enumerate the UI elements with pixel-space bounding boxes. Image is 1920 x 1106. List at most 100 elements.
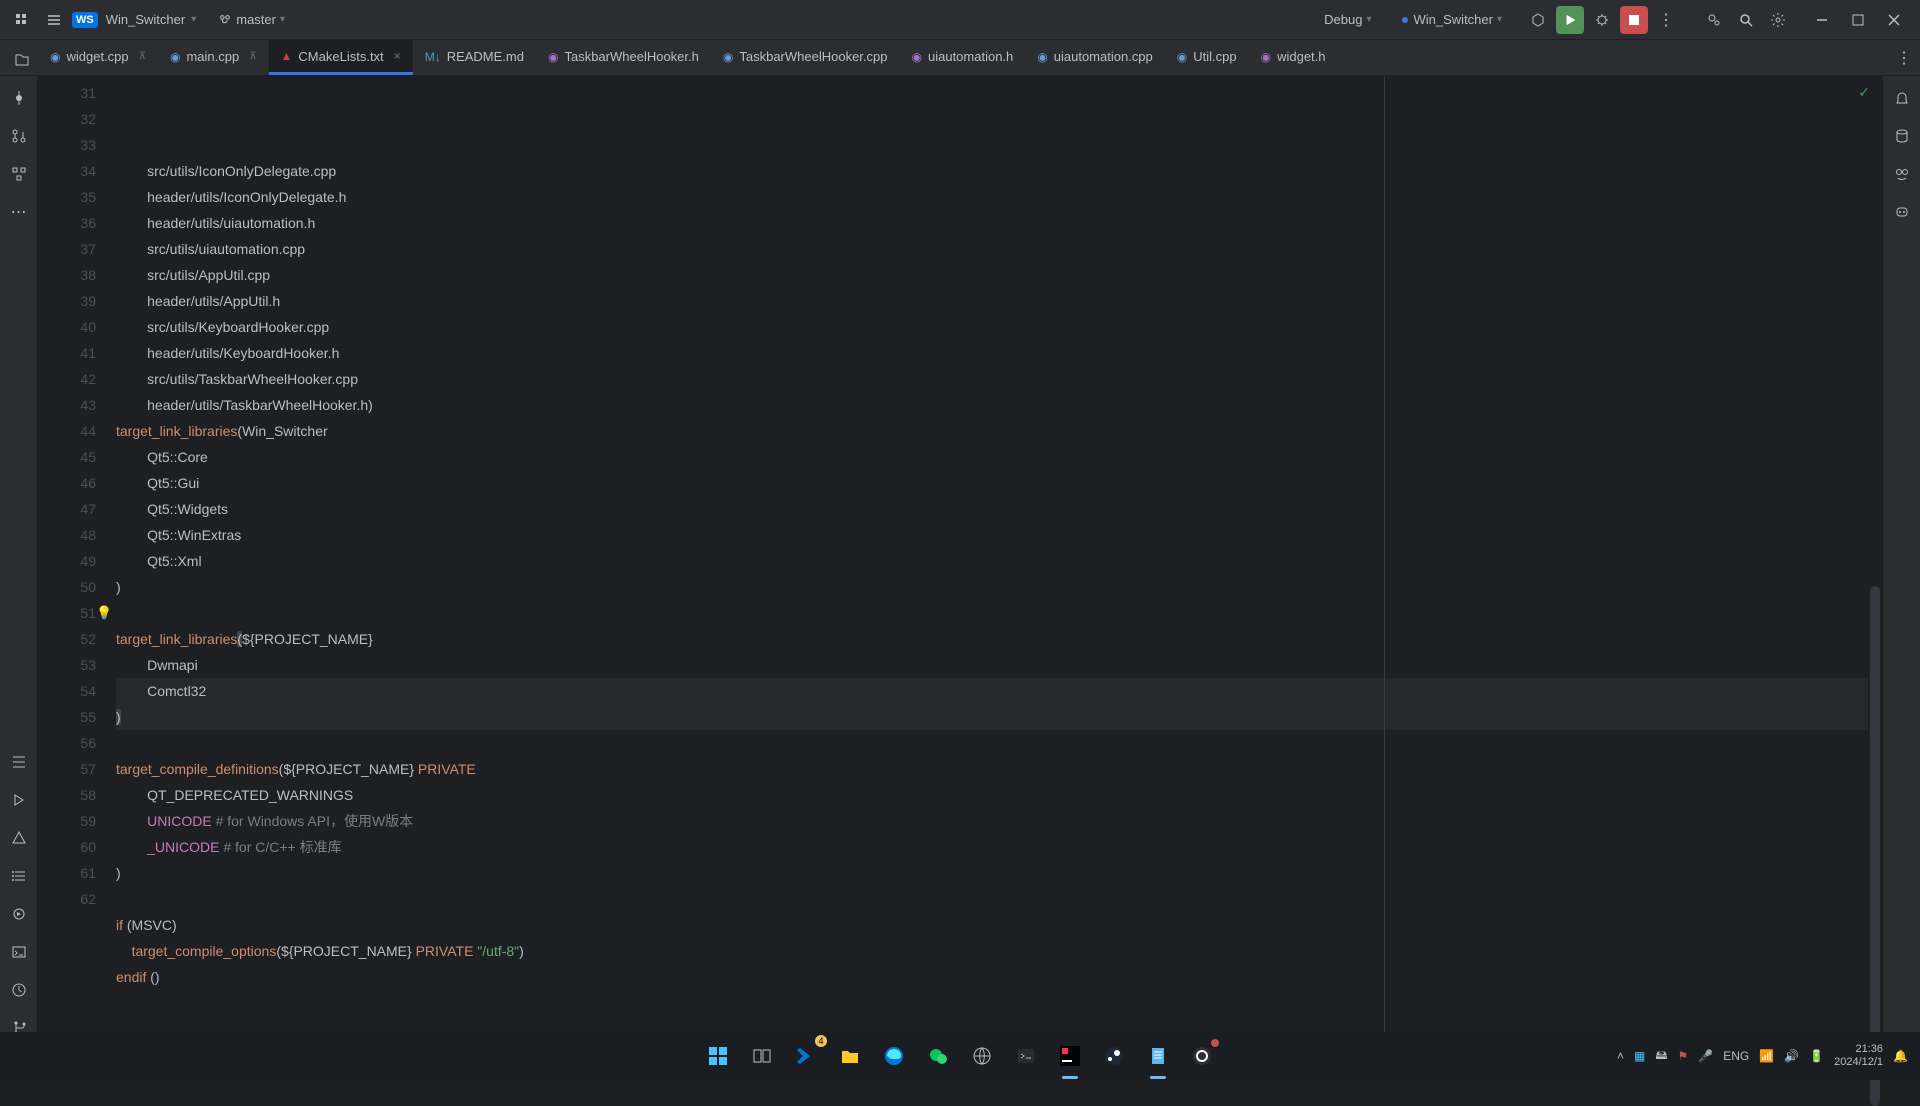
- tray-chevron-icon[interactable]: ˄: [1617, 1049, 1624, 1063]
- right-margin-ruler: [1384, 76, 1385, 1050]
- stop-button[interactable]: [1620, 6, 1648, 34]
- tabs-more-icon[interactable]: ⋮: [1896, 40, 1920, 75]
- tab-widget-h[interactable]: ◉widget.h: [1249, 40, 1338, 75]
- tab-widget-cpp[interactable]: ◉widget.cpp⊼: [38, 40, 158, 75]
- vs-icon[interactable]: 4: [787, 1037, 825, 1075]
- close-button[interactable]: [1876, 6, 1912, 34]
- ai-assistant-icon[interactable]: [1888, 160, 1916, 188]
- tray-app-icon[interactable]: ▦: [1634, 1049, 1645, 1063]
- intention-bulb-icon[interactable]: 💡: [96, 600, 112, 626]
- run-button[interactable]: [1556, 6, 1584, 34]
- settings-icon[interactable]: [1764, 6, 1792, 34]
- explorer-icon[interactable]: [831, 1037, 869, 1075]
- pull-request-icon[interactable]: [5, 122, 33, 150]
- code-line: [116, 600, 1882, 626]
- tray-mic-icon[interactable]: 🎤: [1698, 1049, 1713, 1063]
- commit-icon[interactable]: [5, 84, 33, 112]
- code-line: src/utils/IconOnlyDelegate.cpp: [116, 158, 1882, 184]
- code-line: header/utils/uiautomation.h: [116, 210, 1882, 236]
- copilot-icon[interactable]: [1888, 198, 1916, 226]
- battery-icon[interactable]: 🔋: [1809, 1049, 1824, 1063]
- task-view-icon[interactable]: [743, 1037, 781, 1075]
- notifications-icon[interactable]: [1888, 84, 1916, 112]
- run-config-selector[interactable]: Win_Switcher ▾: [1394, 8, 1521, 31]
- event-log-icon[interactable]: [5, 976, 33, 1004]
- git-branch-selector[interactable]: master ▾: [218, 12, 295, 27]
- tab-label: CMakeLists.txt: [298, 49, 383, 64]
- branch-name: master: [236, 12, 276, 27]
- code-line: Comctl32: [116, 678, 1882, 704]
- pin-icon[interactable]: ⊼: [249, 51, 256, 62]
- project-name[interactable]: Win_Switcher: [106, 12, 185, 27]
- tab-label: main.cpp: [186, 49, 239, 64]
- tab-uiautomation-cpp[interactable]: ◉uiautomation.cpp: [1025, 40, 1165, 75]
- tab-label: TaskbarWheelHooker.h: [564, 49, 698, 64]
- tab-TaskbarWheelHooker-h[interactable]: ◉TaskbarWheelHooker.h: [536, 40, 711, 75]
- problems-icon[interactable]: [5, 824, 33, 852]
- code-with-me-icon[interactable]: [1700, 6, 1728, 34]
- project-tool-icon[interactable]: [8, 46, 36, 74]
- tab-uiautomation-h[interactable]: ◉uiautomation.h: [900, 40, 1026, 75]
- tab-label: widget.h: [1277, 49, 1325, 64]
- more-tools-icon[interactable]: ⋯: [5, 198, 33, 226]
- tab-CMakeLists-txt[interactable]: ▲CMakeLists.txt×: [269, 40, 413, 75]
- close-tab-icon[interactable]: ×: [394, 49, 401, 63]
- file-icon: M↓: [425, 50, 441, 64]
- chevron-down-icon[interactable]: ▾: [191, 14, 196, 25]
- code-line: src/utils/AppUtil.cpp: [116, 262, 1882, 288]
- tray-shield-icon[interactable]: ⚑: [1678, 1049, 1689, 1063]
- jetbrains-icon[interactable]: [1051, 1037, 1089, 1075]
- code-line: target_link_libraries(Win_Switcher: [116, 418, 1882, 444]
- tab-main-cpp[interactable]: ◉main.cpp⊼: [158, 40, 269, 75]
- input-language[interactable]: ENG: [1723, 1049, 1749, 1063]
- services-icon[interactable]: [5, 900, 33, 928]
- notepad-icon[interactable]: [1139, 1037, 1177, 1075]
- titlebar: WS Win_Switcher ▾ master ▾ Debug ▾ Win_S…: [0, 0, 1920, 40]
- code-line: _UNICODE # for C/C++ 标准库: [116, 834, 1882, 860]
- debug-selector[interactable]: Debug ▾: [1316, 8, 1389, 31]
- globe-icon[interactable]: [963, 1037, 1001, 1075]
- list-icon[interactable]: [5, 862, 33, 890]
- run-tool-icon[interactable]: [5, 786, 33, 814]
- database-icon[interactable]: [1888, 122, 1916, 150]
- maximize-button[interactable]: [1840, 6, 1876, 34]
- steam-icon[interactable]: [1095, 1037, 1133, 1075]
- clock[interactable]: 21:36 2024/12/1: [1834, 1043, 1883, 1069]
- tab-Util-cpp[interactable]: ◉Util.cpp: [1165, 40, 1249, 75]
- left-tool-strip: ⋯: [0, 76, 38, 1050]
- search-icon[interactable]: [1732, 6, 1760, 34]
- code-line: ): [116, 860, 1882, 886]
- tab-label: README.md: [447, 49, 524, 64]
- main-menu-icon[interactable]: [8, 6, 36, 34]
- code-line: Qt5::Core: [116, 444, 1882, 470]
- minimize-button[interactable]: [1804, 6, 1840, 34]
- hamburger-icon[interactable]: [40, 6, 68, 34]
- editor-tabs: ◉widget.cpp⊼◉main.cpp⊼▲CMakeLists.txt×M↓…: [0, 40, 1920, 76]
- wechat-icon[interactable]: [919, 1037, 957, 1075]
- start-icon[interactable]: [699, 1037, 737, 1075]
- notification-bell-icon[interactable]: 🔔: [1893, 1049, 1908, 1063]
- obs-icon[interactable]: [1183, 1037, 1221, 1075]
- structure-icon[interactable]: [5, 160, 33, 188]
- more-icon[interactable]: ⋮: [1652, 6, 1680, 34]
- scrollbar-thumb[interactable]: [1870, 586, 1880, 1106]
- edge-icon[interactable]: [875, 1037, 913, 1075]
- code-line: header/utils/KeyboardHooker.h: [116, 340, 1882, 366]
- editor: 3132333435363738394041424344454647484950…: [38, 76, 1882, 1050]
- tab-README-md[interactable]: M↓ README.md: [413, 40, 536, 75]
- build-icon[interactable]: [1524, 6, 1552, 34]
- terminal-taskbar-icon[interactable]: [1007, 1037, 1045, 1075]
- terminal-icon[interactable]: [5, 938, 33, 966]
- code-area[interactable]: src/utils/IconOnlyDelegate.cpp header/ut…: [116, 76, 1882, 1050]
- chevron-down-icon: ▾: [1497, 14, 1502, 25]
- tab-TaskbarWheelHooker-cpp[interactable]: ◉TaskbarWheelHooker.cpp: [711, 40, 900, 75]
- tray-drive-icon[interactable]: 🖴: [1655, 1046, 1667, 1067]
- pin-icon[interactable]: ⊼: [139, 51, 146, 62]
- debug-icon[interactable]: [1588, 6, 1616, 34]
- vertical-scrollbar[interactable]: [1868, 76, 1882, 1050]
- code-line: target_compile_definitions(${PROJECT_NAM…: [116, 756, 1882, 782]
- todo-icon[interactable]: [5, 748, 33, 776]
- volume-icon[interactable]: 🔊: [1784, 1049, 1799, 1063]
- code-line: header/utils/TaskbarWheelHooker.h): [116, 392, 1882, 418]
- wifi-icon[interactable]: 📶: [1759, 1049, 1774, 1063]
